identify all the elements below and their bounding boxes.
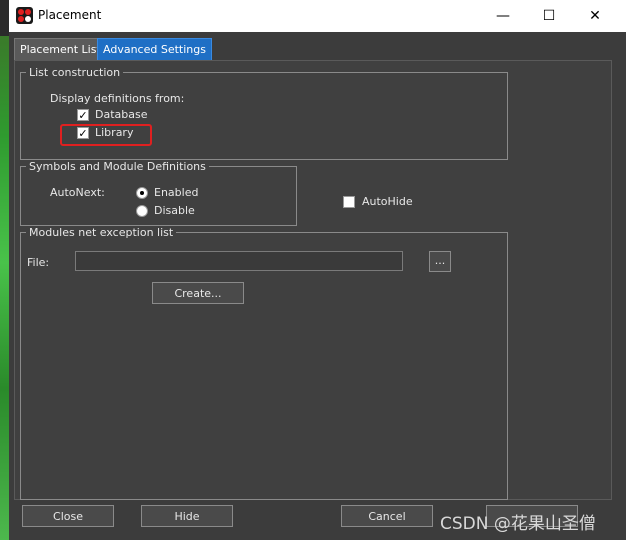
enabled-radio[interactable] xyxy=(136,187,148,199)
database-label: Database xyxy=(95,108,148,121)
close-button[interactable]: Close xyxy=(22,505,114,527)
minimize-icon: — xyxy=(496,8,510,24)
maximize-icon: ☐ xyxy=(542,8,556,24)
browse-button[interactable]: ... xyxy=(429,251,451,272)
maximize-button[interactable]: ☐ xyxy=(526,0,572,32)
file-label: File: xyxy=(27,256,50,269)
disable-radio[interactable] xyxy=(136,205,148,217)
autonext-label: AutoNext: xyxy=(50,186,105,199)
window-title: Placement xyxy=(38,8,102,22)
list-construction-group xyxy=(20,72,508,160)
modules-group-title: Modules net exception list xyxy=(26,226,177,239)
cancel-button[interactable]: Cancel xyxy=(341,505,433,527)
file-input[interactable] xyxy=(75,251,403,271)
app-icon xyxy=(16,7,33,24)
disable-label: Disable xyxy=(154,204,195,217)
database-checkbox[interactable]: ✓ xyxy=(77,109,89,121)
background-app-strip xyxy=(0,36,9,540)
display-definitions-label: Display definitions from: xyxy=(50,92,185,105)
close-window-button[interactable]: ✕ xyxy=(572,0,618,32)
tab-placement-list[interactable]: Placement List xyxy=(14,38,107,61)
minimize-button[interactable]: — xyxy=(480,0,526,32)
list-construction-title: List construction xyxy=(26,66,124,79)
modules-group xyxy=(20,232,508,500)
close-icon: ✕ xyxy=(589,8,601,24)
symbols-group-title: Symbols and Module Definitions xyxy=(26,160,209,173)
hide-button[interactable]: Hide xyxy=(141,505,233,527)
enabled-label: Enabled xyxy=(154,186,199,199)
autohide-checkbox[interactable] xyxy=(343,196,355,208)
tab-advanced-settings[interactable]: Advanced Settings xyxy=(97,38,212,61)
autohide-label: AutoHide xyxy=(362,195,413,208)
watermark-text: CSDN @花果山圣僧 xyxy=(440,514,596,534)
create-button[interactable]: Create... xyxy=(152,282,244,304)
library-highlight-box xyxy=(60,124,152,146)
